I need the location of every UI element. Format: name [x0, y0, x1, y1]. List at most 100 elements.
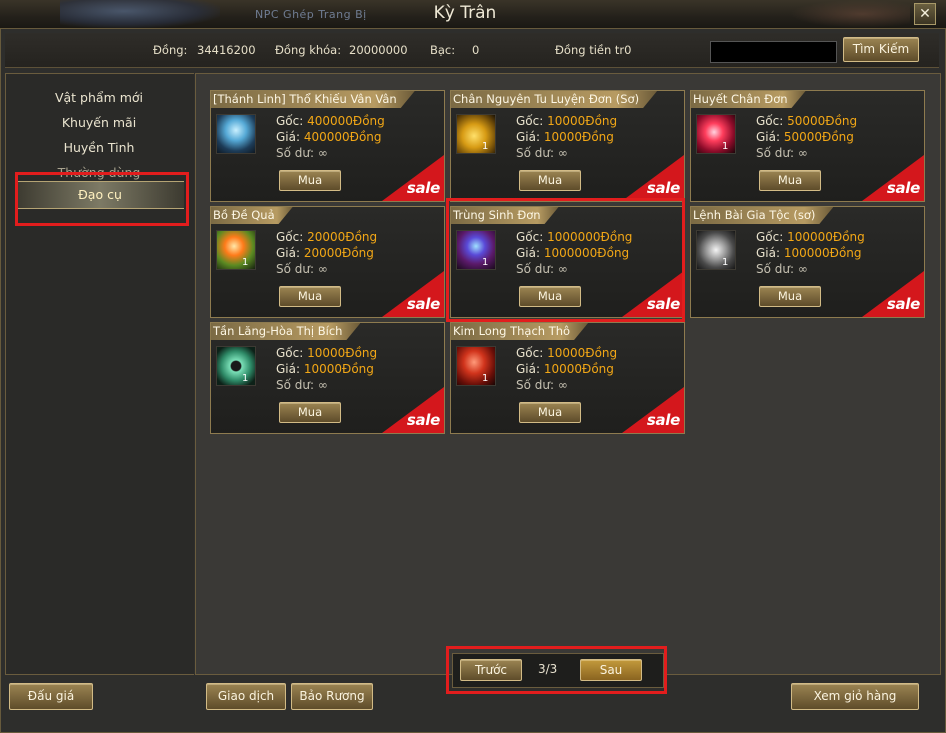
category-sidebar: Vật phẩm mới Khuyến mãi Huyền Tinh Thườn… — [5, 73, 194, 675]
sidebar-item-promotion[interactable]: Khuyến mãi — [6, 115, 192, 130]
item-quantity: 1 — [242, 257, 249, 268]
close-button[interactable]: ✕ — [914, 3, 936, 25]
stock-label: Số dư: — [756, 262, 795, 276]
purple-orb-icon[interactable] — [456, 230, 496, 270]
stock-label: Số dư: — [276, 262, 315, 276]
sale-badge: sale — [406, 411, 440, 429]
view-cart-button[interactable]: Xem giỏ hàng — [791, 683, 919, 710]
original-price-value: 100000Đồng — [787, 230, 865, 244]
buy-button[interactable]: Mua — [279, 402, 341, 423]
original-price: Gốc: 100000Đồng — [756, 230, 865, 244]
original-price: Gốc: 10000Đồng — [516, 114, 617, 128]
stone-token-icon[interactable] — [696, 230, 736, 270]
buy-button[interactable]: Mua — [519, 286, 581, 307]
buy-button[interactable]: Mua — [519, 402, 581, 423]
item-name: [Thánh Linh] Thổ Khiếu Vân Vân — [211, 91, 415, 108]
item-name: Huyết Chân Đơn — [691, 91, 806, 108]
stock-remaining: Số dư: ∞ — [276, 262, 328, 276]
current-price: Giá: 1000000Đồng — [516, 246, 629, 260]
original-price-label: Gốc: — [516, 230, 544, 244]
stock-label: Số dư: — [756, 146, 795, 160]
shop-window: Đồng: 34416200 Đồng khóa: 20000000 Bạc: … — [0, 28, 946, 733]
buy-button[interactable]: Mua — [759, 170, 821, 191]
golden-fruit-icon[interactable] — [456, 114, 496, 154]
buy-button[interactable]: Mua — [759, 286, 821, 307]
buy-button[interactable]: Mua — [519, 170, 581, 191]
item-card[interactable]: [Thánh Linh] Thổ Khiếu Vân Vân Gốc: 4000… — [210, 90, 445, 202]
sidebar-item-huyen-tinh[interactable]: Huyền Tinh — [6, 140, 192, 155]
item-card[interactable]: Tần Lăng-Hòa Thị Bích 1 Gốc: 10000Đồng G… — [210, 322, 445, 434]
current-price-label: Giá: — [516, 246, 541, 260]
original-price-value: 400000Đồng — [307, 114, 385, 128]
current-price: Giá: 10000Đồng — [516, 362, 614, 376]
current-price: Giá: 50000Đồng — [756, 130, 854, 144]
spirit-figure-icon[interactable] — [216, 114, 256, 154]
current-price-value: 100000Đồng — [783, 246, 862, 260]
stock-value: ∞ — [557, 262, 568, 276]
search-input[interactable] — [710, 41, 837, 63]
original-price-label: Gốc: — [276, 230, 304, 244]
title-bar: NPC Ghép Trang Bị Kỳ Trân ✕ — [0, 0, 946, 29]
sale-badge: sale — [646, 411, 680, 429]
jade-disc-icon[interactable] — [216, 346, 256, 386]
current-price-value: 10000Đồng — [543, 362, 614, 376]
dong-tien-label: Đồng tiền tr0 — [555, 43, 632, 57]
original-price-value: 1000000Đồng — [547, 230, 633, 244]
stock-label: Số dư: — [276, 146, 315, 160]
original-price-value: 10000Đồng — [547, 346, 618, 360]
current-price-value: 10000Đồng — [303, 362, 374, 376]
item-card[interactable]: Lệnh Bài Gia Tộc (sơ) 1 Gốc: 100000Đồng … — [690, 206, 925, 318]
stock-label: Số dư: — [276, 378, 315, 392]
item-name: Bồ Đề Quả — [211, 207, 293, 224]
buy-button[interactable]: Mua — [279, 170, 341, 191]
current-price-value: 400000Đồng — [303, 130, 382, 144]
original-price: Gốc: 10000Đồng — [516, 346, 617, 360]
stock-value: ∞ — [317, 262, 328, 276]
item-card[interactable]: Trùng Sinh Đơn 1 Gốc: 1000000Đồng Giá: 1… — [450, 206, 685, 318]
stock-value: ∞ — [317, 146, 328, 160]
original-price-label: Gốc: — [756, 114, 784, 128]
item-name: Kim Long Thạch Thô — [451, 323, 588, 340]
sidebar-item-new[interactable]: Vật phẩm mới — [6, 90, 192, 105]
item-card[interactable]: Bồ Đề Quả 1 Gốc: 20000Đồng Giá: 20000Đồn… — [210, 206, 445, 318]
buy-button[interactable]: Mua — [279, 286, 341, 307]
treasure-chest-button[interactable]: Bảo Rương — [291, 683, 373, 710]
current-price: Giá: 10000Đồng — [516, 130, 614, 144]
sale-badge: sale — [406, 295, 440, 313]
current-price-value: 50000Đồng — [783, 130, 854, 144]
stock-value: ∞ — [557, 146, 568, 160]
sidebar-item-common[interactable]: Thường dùng — [6, 165, 192, 180]
original-price-label: Gốc: — [276, 346, 304, 360]
original-price-value: 20000Đồng — [307, 230, 378, 244]
red-orb-icon[interactable] — [696, 114, 736, 154]
current-price-label: Giá: — [516, 130, 541, 144]
item-card[interactable]: Huyết Chân Đơn 1 Gốc: 50000Đồng Giá: 500… — [690, 90, 925, 202]
search-button[interactable]: Tìm Kiếm — [843, 37, 919, 62]
item-quantity: 1 — [482, 141, 489, 152]
original-price-value: 50000Đồng — [787, 114, 858, 128]
sale-badge: sale — [646, 295, 680, 313]
original-price: Gốc: 400000Đồng — [276, 114, 385, 128]
sidebar-item-dao-cu[interactable]: Đạo cụ — [16, 181, 184, 209]
stock-label: Số dư: — [516, 262, 555, 276]
orange-flower-icon[interactable] — [216, 230, 256, 270]
current-price-label: Giá: — [276, 362, 301, 376]
item-name: Chân Nguyên Tu Luyện Đơn (Sơ) — [451, 91, 657, 108]
item-card[interactable]: Chân Nguyên Tu Luyện Đơn (Sơ) 1 Gốc: 100… — [450, 90, 685, 202]
item-card[interactable]: Kim Long Thạch Thô 1 Gốc: 10000Đồng Giá:… — [450, 322, 685, 434]
trade-button[interactable]: Giao dịch — [206, 683, 286, 710]
item-name: Tần Lăng-Hòa Thị Bích — [211, 323, 360, 340]
original-price-label: Gốc: — [756, 230, 784, 244]
auction-button[interactable]: Đấu giá — [9, 683, 93, 710]
highlight-box-pager — [446, 646, 667, 694]
original-price: Gốc: 10000Đồng — [276, 346, 377, 360]
stock-remaining: Số dư: ∞ — [756, 262, 808, 276]
dong-khoa-value: 20000000 — [349, 43, 408, 57]
item-name: Trùng Sinh Đơn — [451, 207, 559, 224]
original-price-label: Gốc: — [516, 114, 544, 128]
sale-badge: sale — [886, 179, 920, 197]
red-ore-icon[interactable] — [456, 346, 496, 386]
current-price-label: Giá: — [516, 362, 541, 376]
stock-value: ∞ — [317, 378, 328, 392]
item-quantity: 1 — [722, 257, 729, 268]
